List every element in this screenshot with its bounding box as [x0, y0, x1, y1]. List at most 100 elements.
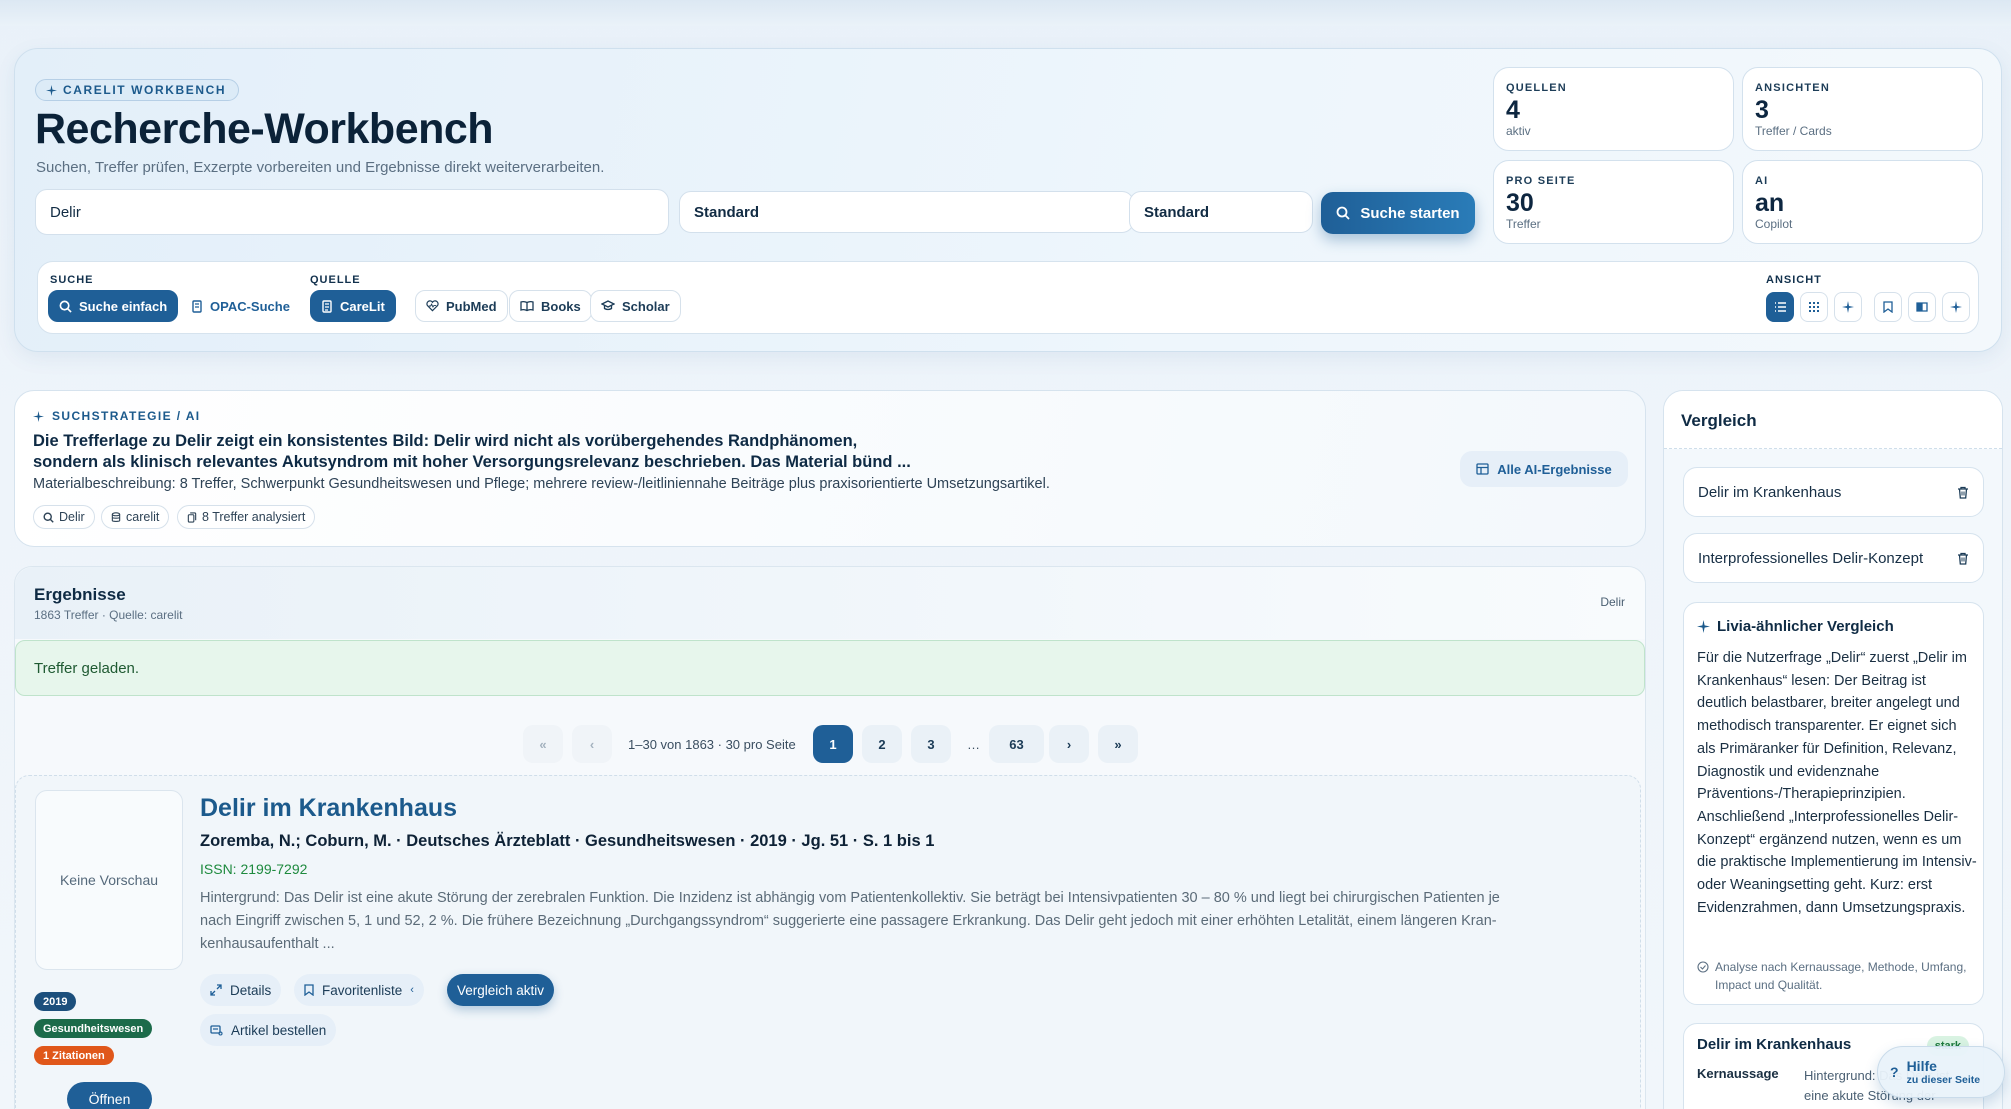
view-grid-button[interactable]: [1800, 292, 1828, 322]
compare-header: Vergleich: [1664, 391, 2002, 449]
view-assist-button[interactable]: [1942, 292, 1970, 322]
compare-title: Vergleich: [1681, 411, 1757, 430]
help-label: Hilfe: [1906, 1057, 1937, 1074]
chevron-left-icon: ‹: [410, 984, 414, 996]
pager-page-2[interactable]: 2: [862, 725, 902, 763]
graduation-cap-icon: [601, 300, 615, 312]
stat-sub: Copilot: [1755, 217, 1793, 231]
source-books[interactable]: Books: [509, 290, 592, 322]
compare-active-button[interactable]: Vergleich aktiv: [447, 974, 555, 1006]
cart-icon: [210, 1024, 223, 1036]
all-ai-results-label: Alle AI-Ergebnisse: [1497, 461, 1612, 477]
carelit-label: CareLit: [340, 298, 385, 314]
book-icon: [520, 300, 534, 312]
chip-label: Delir: [59, 510, 85, 524]
stat-key: PRO SEITE: [1506, 175, 1576, 187]
chip-count: 8 Treffer analysiert: [177, 505, 316, 529]
pager-page-3[interactable]: 3: [911, 725, 951, 763]
ai-summary-line: Die Trefferlage zu Delir zeigt ein konsi…: [33, 432, 858, 450]
stat-sub: aktiv: [1506, 124, 1531, 138]
stat-value: 4: [1506, 96, 1520, 124]
result-abstract: Hintergrund: Das Delir ist eine akute St…: [200, 887, 1620, 956]
ai-kicker: SUCHSTRATEGIE / AI: [33, 409, 201, 423]
order-article-button[interactable]: Artikel bestellen: [200, 1014, 337, 1046]
tag-field: Gesundheitswesen: [34, 1019, 153, 1038]
stat-pro-seite: PRO SEITE 30 Treffer: [1493, 160, 1734, 244]
top-strip: [0, 0, 2011, 26]
chip-query: Delir: [33, 505, 95, 529]
view-reader-button[interactable]: [1908, 292, 1936, 322]
results-panel: Ergebnisse 1863 Treffer · Quelle: careli…: [14, 566, 1646, 1109]
stat-ansichten: ANSICHTEN 3 Treffer / Cards: [1742, 67, 1983, 151]
all-ai-results-button[interactable]: Alle AI-Ergebnisse: [1460, 451, 1628, 487]
suche-einfach-button[interactable]: Suche einfach: [48, 290, 179, 322]
chip-label: 8 Treffer analysiert: [202, 510, 306, 524]
result-issn: ISSN: 2199-7292: [200, 861, 308, 877]
search-mode-select[interactable]: Standard: [679, 191, 1134, 233]
sparkle-icon: [1950, 301, 1962, 313]
result-title[interactable]: Delir im Krankenhaus: [200, 794, 457, 823]
results-query-label: Delir: [1600, 595, 1625, 609]
favorites-button[interactable]: Favoritenliste ‹: [294, 974, 424, 1006]
opac-suche-button[interactable]: OPAC-Suche: [180, 290, 301, 322]
stat-value: an: [1755, 189, 1785, 217]
livia-body: Für die Nutzerfrage „Delir“ zuerst „Deli…: [1697, 650, 1977, 916]
view-ai-button[interactable]: [1834, 292, 1862, 322]
compare-item[interactable]: Interprofessionelles Delir-Konzept: [1683, 533, 1984, 583]
ansicht-group-label: ANSICHT: [1766, 274, 1822, 286]
search-input[interactable]: Delir: [35, 189, 669, 235]
pager-first[interactable]: «: [523, 725, 563, 763]
source-pubmed[interactable]: PubMed: [415, 290, 508, 322]
source-scholar[interactable]: Scholar: [590, 290, 681, 322]
trash-icon[interactable]: [1957, 552, 1969, 565]
livia-note-label: Analyse nach Kernaussage, Methode, Umfan…: [1715, 960, 1967, 992]
pager-next[interactable]: ›: [1049, 725, 1089, 763]
building-icon: [191, 299, 203, 313]
compare-detail-key: Kernaussage: [1697, 1066, 1779, 1081]
search-icon: [59, 300, 72, 313]
pager-ellipsis: …: [967, 737, 980, 752]
chip-source: carelit: [101, 505, 170, 529]
stat-key: QUELLEN: [1506, 82, 1567, 94]
stat-quellen: QUELLEN 4 aktiv: [1493, 67, 1734, 151]
success-alert: Treffer geladen.: [15, 640, 1645, 696]
pager-prev[interactable]: ‹: [572, 725, 612, 763]
help-text: Hilfe zu dieser Seite: [1906, 1057, 1981, 1086]
details-button[interactable]: Details: [200, 974, 282, 1006]
view-list-button[interactable]: [1766, 292, 1794, 322]
livia-note: Analyse nach Kernaussage, Methode, Umfan…: [1697, 958, 1977, 994]
badge-label: CARELIT WORKBENCH: [63, 83, 227, 97]
open-button[interactable]: Öffnen: [67, 1082, 152, 1109]
pager-last[interactable]: »: [1098, 725, 1138, 763]
abstract-line: kenhausaufenthalt ...: [200, 936, 335, 952]
trash-icon[interactable]: [1957, 486, 1969, 499]
stat-sub: Treffer / Cards: [1755, 124, 1832, 138]
result-item: Keine Vorschau 2019 Gesundheitswesen 1 Z…: [15, 775, 1641, 1109]
result-meta: Zoremba, N.; Coburn, M. · Deutsches Ärzt…: [200, 832, 935, 850]
favorites-label: Favoritenliste: [322, 982, 403, 998]
compare-item[interactable]: Delir im Krankenhaus: [1683, 467, 1984, 517]
details-label: Details: [230, 982, 272, 998]
workbench-header: CARELIT WORKBENCH Recherche-Workbench Su…: [14, 48, 2002, 352]
stat-key: ANSICHTEN: [1755, 82, 1830, 94]
abstract-line: nach Eingriff zwischen 5, 1 und 52, 2 %.…: [200, 913, 1497, 929]
stat-value: 30: [1506, 189, 1534, 217]
workbench-badge: CARELIT WORKBENCH: [35, 79, 240, 101]
sort-select[interactable]: Standard: [1129, 191, 1313, 233]
order-label: Artikel bestellen: [231, 1022, 327, 1038]
suche-group-label: SUCHE: [50, 274, 94, 286]
question-icon: ?: [1890, 1064, 1899, 1080]
view-bookmark-button[interactable]: [1874, 292, 1902, 322]
source-carelit[interactable]: CareLit: [310, 290, 396, 322]
ai-summary-title: Die Trefferlage zu Delir zeigt ein konsi…: [33, 431, 963, 473]
reader-icon: [1916, 301, 1928, 313]
ai-strategy-card: SUCHSTRATEGIE / AI Die Trefferlage zu De…: [14, 390, 1646, 547]
opac-label: OPAC-Suche: [210, 298, 290, 314]
help-button[interactable]: ? Hilfe zu dieser Seite: [1877, 1046, 2005, 1098]
table-icon: [1476, 463, 1489, 475]
search-start-button[interactable]: Suche starten: [1321, 192, 1475, 234]
pager-info: 1–30 von 1863 · 30 pro Seite: [628, 737, 796, 752]
pager-page-last[interactable]: 63: [989, 725, 1044, 763]
sparkle-icon: [46, 84, 57, 96]
pager-page-1[interactable]: 1: [813, 725, 853, 763]
